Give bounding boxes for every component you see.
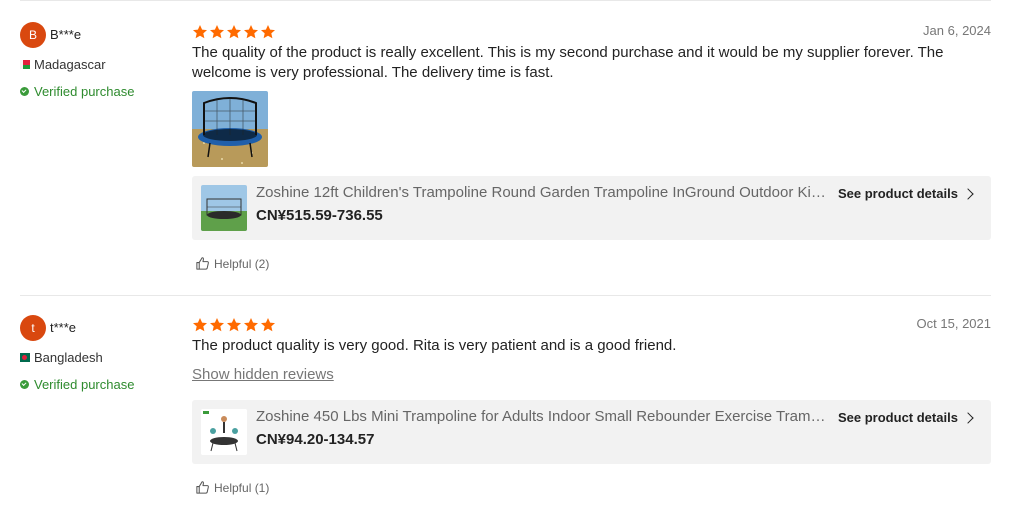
chevron-right-icon: [962, 411, 974, 424]
review-date: Oct 15, 2021: [916, 316, 991, 331]
helpful-label: Helpful (1): [214, 480, 270, 495]
see-product-details-link[interactable]: See product details: [838, 410, 974, 425]
product-card[interactable]: Zoshine 450 Lbs Mini Trampoline for Adul…: [192, 400, 991, 464]
product-title[interactable]: Zoshine 450 Lbs Mini Trampoline for Adul…: [256, 408, 826, 425]
helpful-button[interactable]: Helpful (1): [195, 480, 269, 495]
star-rating: [192, 317, 276, 333]
verified-badge: Verified purchase: [20, 377, 134, 392]
star-icon: [227, 318, 241, 332]
reviewer-country: Bangladesh: [20, 350, 103, 365]
star-icon: [210, 318, 224, 332]
star-icon: [193, 318, 207, 332]
product-price: CN¥94.20-134.57: [256, 431, 375, 448]
thumbs-up-icon: [196, 481, 209, 494]
country-label: Bangladesh: [34, 350, 103, 365]
review-item: t t***e Bangladesh Verified purchase Oct…: [0, 0, 1033, 513]
star-icon: [244, 318, 258, 332]
verified-check-icon: [20, 380, 29, 389]
star-icon: [261, 318, 275, 332]
details-label: See product details: [838, 410, 958, 425]
reviewer-name: t***e: [50, 320, 77, 335]
product-thumbnail: [201, 409, 247, 455]
show-hidden-reviews-link[interactable]: Show hidden reviews: [192, 366, 334, 383]
review-text: The product quality is very good. Rita i…: [192, 337, 677, 354]
avatar: t: [20, 315, 46, 341]
verified-label: Verified purchase: [34, 377, 135, 392]
bangladesh-flag-icon: [20, 353, 30, 362]
